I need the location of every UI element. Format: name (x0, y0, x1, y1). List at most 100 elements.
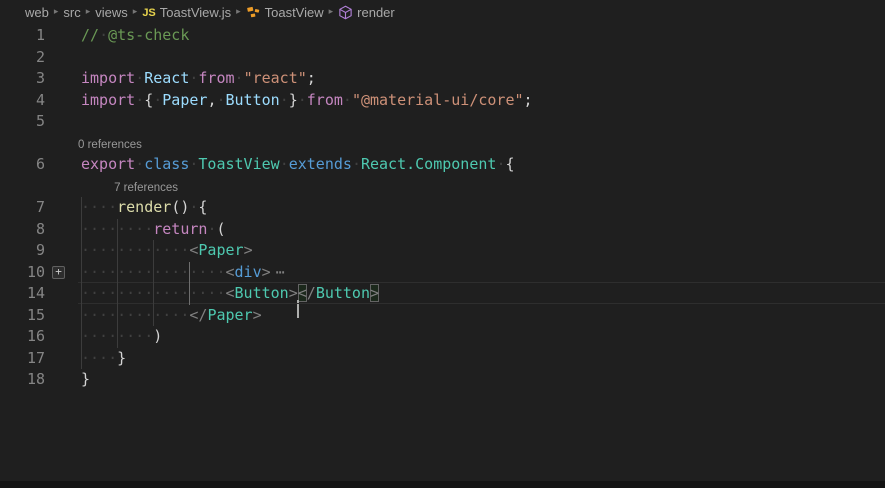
codelens-references[interactable]: 7 references (114, 178, 178, 200)
folding-gutter (45, 68, 78, 90)
whitespace-dots: · (352, 155, 361, 173)
codelens-references[interactable]: 0 references (78, 135, 142, 157)
line-number[interactable]: 2 (0, 47, 45, 69)
code-text: ····} (78, 348, 885, 370)
line-number[interactable]: 14 (0, 283, 45, 305)
whitespace-dots: · (216, 91, 225, 109)
current-line-highlight (78, 282, 885, 304)
line-number[interactable]: 8 (0, 219, 45, 241)
whitespace-dots: · (280, 91, 289, 109)
line-number (0, 133, 45, 155)
code-token: } (289, 91, 298, 109)
code-token: ; (524, 91, 533, 109)
codelens-row: 7 references (0, 176, 885, 198)
whitespace-dots: · (135, 155, 144, 173)
folding-gutter (45, 197, 78, 219)
code-token: // (81, 26, 99, 44)
breadcrumb-item-label: ToastView (265, 5, 324, 20)
whitespace-dots: ············ (81, 241, 189, 259)
folding-gutter (45, 326, 78, 348)
indent-guide (117, 219, 118, 348)
code-editor[interactable]: 1//·@ts-check23import·React·from·"react"… (0, 25, 885, 391)
indent-guide (153, 240, 154, 326)
breadcrumb-item-views[interactable]: views (95, 5, 128, 20)
code-token: < (226, 263, 235, 281)
whitespace-dots: · (135, 91, 144, 109)
folding-gutter (45, 176, 78, 198)
code-token: Paper (198, 241, 243, 259)
breadcrumb-item-label: render (357, 5, 395, 20)
breadcrumb-item-web[interactable]: web (25, 5, 49, 20)
code-token: > (253, 306, 262, 324)
line-number[interactable]: 17 (0, 348, 45, 370)
code-line[interactable]: 5 (0, 111, 885, 133)
line-number[interactable]: 6 (0, 154, 45, 176)
code-line[interactable]: 1//·@ts-check (0, 25, 885, 47)
code-token: > (244, 241, 253, 259)
codelens-text-cell: 7 references (78, 176, 885, 198)
codelens-row: 0 references (0, 133, 885, 155)
code-token: export (81, 155, 135, 173)
line-number[interactable]: 9 (0, 240, 45, 262)
folding-gutter (45, 90, 78, 112)
code-line[interactable]: 2 (0, 47, 885, 69)
code-token: } (117, 349, 126, 367)
whitespace-dots: · (298, 91, 307, 109)
javascript-file-icon: JS (142, 7, 155, 19)
code-token: "@material-ui/core" (352, 91, 524, 109)
code-text: import·React·from·"react"; (78, 68, 885, 90)
code-line[interactable]: 16········) (0, 326, 885, 348)
whitespace-dots: · (99, 26, 108, 44)
whitespace-dots: · (235, 69, 244, 87)
code-token: { (198, 198, 207, 216)
code-token: import (81, 69, 135, 87)
code-line[interactable]: 4import·{·Paper,·Button·}·from·"@materia… (0, 90, 885, 112)
line-number[interactable]: 15 (0, 305, 45, 327)
code-token: { (505, 155, 514, 173)
code-line[interactable]: 6export·class·ToastView·extends·React.Co… (0, 154, 885, 176)
code-token: Paper (207, 306, 252, 324)
code-line[interactable]: 18} (0, 369, 885, 391)
class-symbol-icon (246, 5, 261, 20)
code-line[interactable]: 7 ····render()·{ (0, 197, 885, 219)
code-token: > (262, 263, 271, 281)
code-line[interactable]: 3import·React·from·"react"; (0, 68, 885, 90)
code-text: ············<Paper> (78, 240, 885, 262)
line-number[interactable]: 10 (0, 262, 45, 284)
fold-expand-icon[interactable]: + (52, 266, 65, 279)
folding-gutter (45, 369, 78, 391)
folding-gutter (45, 348, 78, 370)
breadcrumb-separator-icon: ▸ (236, 6, 241, 17)
code-line[interactable]: 9 ············<Paper> (0, 240, 885, 262)
code-token: React.Component (361, 155, 496, 173)
line-number[interactable]: 4 (0, 90, 45, 112)
code-token: ToastView (198, 155, 279, 173)
code-text: ····render()·{ (78, 197, 885, 219)
line-number[interactable]: 7 (0, 197, 45, 219)
line-number[interactable]: 18 (0, 369, 45, 391)
code-token: </ (189, 306, 207, 324)
folding-gutter (45, 219, 78, 241)
folding-gutter (45, 133, 78, 155)
folding-gutter (45, 154, 78, 176)
code-line[interactable]: 10+················<div>⋯ (0, 262, 885, 284)
line-number[interactable]: 5 (0, 111, 45, 133)
code-text: } (78, 369, 885, 391)
line-number[interactable]: 3 (0, 68, 45, 90)
code-lines: 1//·@ts-check23import·React·from·"react"… (0, 25, 885, 391)
code-line[interactable]: 8········return·( (0, 219, 885, 241)
codelens-text-cell: 0 references (78, 133, 885, 155)
breadcrumb-item-src[interactable]: src (63, 5, 80, 20)
breadcrumb-item-render[interactable]: render (338, 5, 395, 20)
code-token: from (307, 91, 343, 109)
line-number[interactable]: 16 (0, 326, 45, 348)
folding-gutter (45, 111, 78, 133)
line-number[interactable]: 1 (0, 25, 45, 47)
code-token: { (144, 91, 153, 109)
code-line[interactable]: 17 ····} (0, 348, 885, 370)
code-text (78, 47, 885, 69)
line-number (0, 176, 45, 198)
breadcrumb-item-toastview[interactable]: ToastView (246, 5, 324, 20)
breadcrumb-item-toastview-js[interactable]: JSToastView.js (142, 5, 231, 20)
code-line[interactable]: 15············</Paper> (0, 305, 885, 327)
